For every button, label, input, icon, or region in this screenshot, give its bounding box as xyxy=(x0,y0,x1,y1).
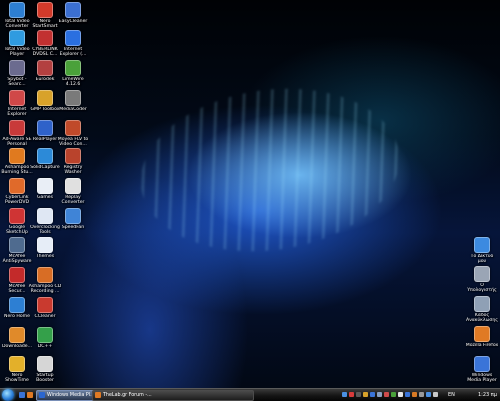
firefox-icon xyxy=(95,392,101,398)
quicklaunch-firefox-icon[interactable] xyxy=(27,392,33,398)
app-icon xyxy=(37,267,53,283)
app-icon xyxy=(37,30,53,46)
tray-app-icon[interactable] xyxy=(426,392,431,397)
tray-antivirus-icon[interactable] xyxy=(349,392,354,397)
app-icon xyxy=(65,90,81,106)
app-icon xyxy=(65,120,81,136)
app-icon xyxy=(37,90,53,106)
mediacoder-icon[interactable]: MediaCoder xyxy=(56,90,90,112)
task-thelab-forum[interactable]: TheLab.gr Forum -... xyxy=(92,390,254,401)
task-windows-media-player[interactable]: Windows Media Pl... xyxy=(36,390,100,401)
mozilla-firefox-icon[interactable]: Mozilla Firefox xyxy=(465,326,499,348)
tray-app-icon[interactable] xyxy=(377,392,382,397)
app-icon xyxy=(9,120,25,136)
windows-media-player-icon[interactable]: Windows Media Player xyxy=(465,356,499,384)
app-icon xyxy=(65,30,81,46)
dcpp-icon[interactable]: DC++ xyxy=(28,327,62,349)
app-icon xyxy=(9,60,25,76)
app-icon xyxy=(37,356,53,372)
app-icon xyxy=(65,2,81,18)
media-player-icon xyxy=(474,356,490,372)
app-icon xyxy=(37,2,53,18)
speedfan-icon[interactable]: SpeedFan xyxy=(56,208,90,230)
folder-icon xyxy=(37,208,53,224)
app-icon xyxy=(9,297,25,313)
tray-app-icon[interactable] xyxy=(391,392,396,397)
language-indicator[interactable]: EN xyxy=(448,390,455,401)
computer-icon xyxy=(474,266,490,282)
registry-washer-icon[interactable]: Registry Washer xyxy=(56,148,90,176)
app-icon xyxy=(9,30,25,46)
tray-app-icon[interactable] xyxy=(419,392,424,397)
tray-app-icon[interactable] xyxy=(412,392,417,397)
themes-icon[interactable]: Themes xyxy=(28,237,62,259)
app-icon xyxy=(65,178,81,194)
tray-app-icon[interactable] xyxy=(384,392,389,397)
desktop: Total Video Converter Total Video Player… xyxy=(0,0,500,388)
startup-booster-icon[interactable]: Startup Booster xyxy=(28,356,62,384)
ccleaner-icon[interactable]: CCleaner xyxy=(28,297,62,319)
quicklaunch-media-player-icon[interactable] xyxy=(19,392,25,398)
system-tray: EN 1:23 πμ xyxy=(340,390,500,400)
limewire-icon[interactable]: LimeWire 4.12.6 xyxy=(56,60,90,88)
app-icon xyxy=(9,237,25,253)
firefox-icon xyxy=(474,326,490,342)
wallpaper-light-rays xyxy=(130,72,410,268)
easycleaner-icon[interactable]: EasyCleaner xyxy=(56,2,90,24)
moyea-flv-icon[interactable]: Moyea FLV to Video Con... xyxy=(56,120,90,148)
folder-icon xyxy=(37,178,53,194)
ashampoo-cd-icon[interactable]: Ashampoo CD Recording ... xyxy=(28,267,62,295)
clock[interactable]: 1:23 πμ xyxy=(478,390,497,401)
tray-app-icon[interactable] xyxy=(370,392,375,397)
app-icon xyxy=(9,2,25,18)
internet-explorer-2-icon[interactable]: Internet Explorer (... xyxy=(56,30,90,58)
app-icon xyxy=(9,148,25,164)
tray-app-icon[interactable] xyxy=(356,392,361,397)
taskbar: Windows Media Pl... TheLab.gr Forum -...… xyxy=(0,388,500,401)
app-icon xyxy=(9,178,25,194)
my-computer-icon[interactable]: Ο Υπολογιστής μου xyxy=(465,266,499,294)
app-icon xyxy=(9,208,25,224)
replay-converter-icon[interactable]: Replay Converter xyxy=(56,178,90,206)
app-icon xyxy=(37,60,53,76)
tray-network-icon[interactable] xyxy=(342,392,347,397)
folder-icon xyxy=(37,237,53,253)
start-button[interactable] xyxy=(2,389,14,401)
app-icon xyxy=(37,148,53,164)
recycle-bin-icon xyxy=(474,296,490,312)
network-icon xyxy=(474,237,490,253)
app-icon xyxy=(37,120,53,136)
app-icon xyxy=(9,90,25,106)
app-icon xyxy=(65,208,81,224)
app-icon xyxy=(65,148,81,164)
app-icon xyxy=(9,356,25,372)
recycle-bin-icon[interactable]: Κάδος Ανακύκλωσης xyxy=(465,296,499,324)
tray-app-icon[interactable] xyxy=(405,392,410,397)
tray-volume-icon[interactable] xyxy=(398,392,403,397)
app-icon xyxy=(65,60,81,76)
app-icon xyxy=(37,327,53,343)
tray-app-icon[interactable] xyxy=(433,392,438,397)
network-icon[interactable]: Το Δίκτυό μου xyxy=(465,237,499,265)
app-icon xyxy=(9,267,25,283)
folder-icon xyxy=(9,327,25,343)
media-player-icon xyxy=(39,392,45,398)
app-icon xyxy=(37,297,53,313)
tray-app-icon[interactable] xyxy=(363,392,368,397)
